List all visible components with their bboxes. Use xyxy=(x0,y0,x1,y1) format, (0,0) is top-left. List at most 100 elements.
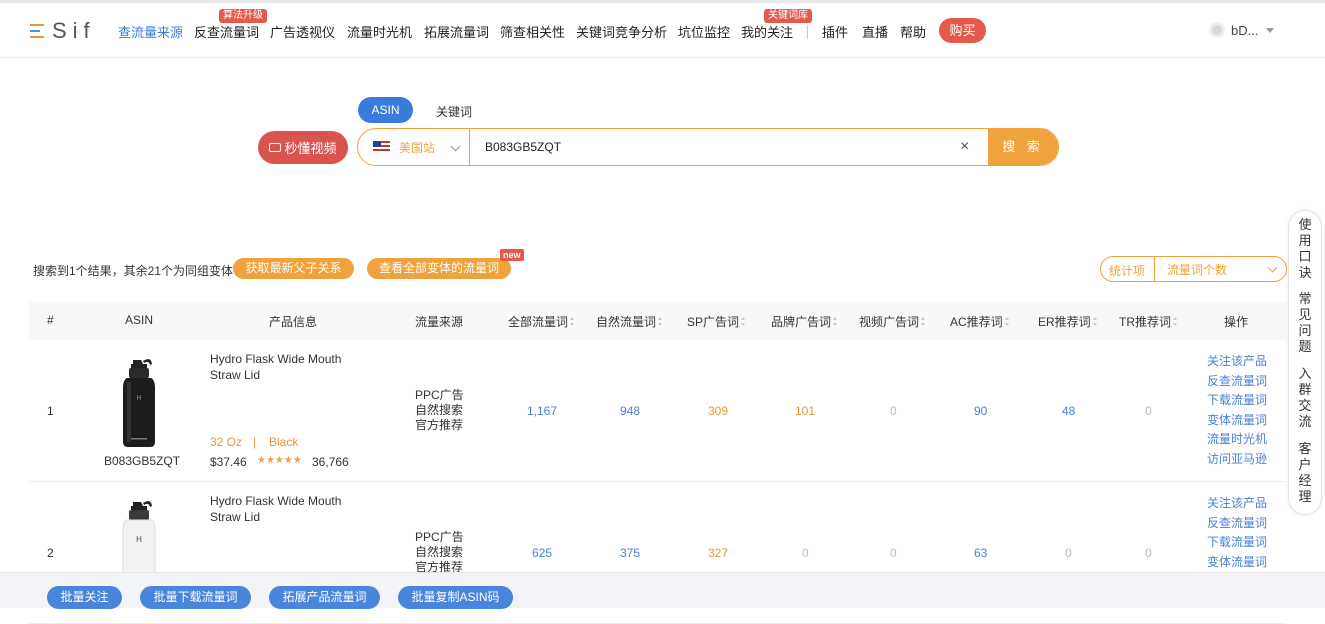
source-organic: 自然搜索 xyxy=(415,545,464,559)
side-char: 问 xyxy=(1298,323,1312,338)
variant-keywords-button[interactable]: 查看全部变体的流量词 xyxy=(367,258,511,279)
nav-my-follows[interactable]: 我的关注 关键词库 xyxy=(741,9,812,41)
col-ac[interactable]: AC推荐词 xyxy=(950,313,1010,330)
col-er[interactable]: ER推荐词 xyxy=(1038,313,1098,330)
nav-reverse-lookup[interactable]: 反查流量词 算法升级 xyxy=(194,9,267,41)
ac-count[interactable]: 90 xyxy=(974,404,987,418)
product-image[interactable]: H xyxy=(119,358,159,448)
row-asin[interactable]: B083GB5ZQT xyxy=(104,454,180,468)
side-char: 交 xyxy=(1298,398,1312,413)
brand-count[interactable]: 101 xyxy=(795,404,815,418)
nav-time-machine[interactable]: 流量时光机 xyxy=(347,22,412,41)
side-char: 口 xyxy=(1298,249,1312,264)
nav-relevance[interactable]: 筛查相关性 xyxy=(500,22,565,41)
expand-product-keywords-button[interactable]: 拓展产品流量词 xyxy=(269,586,380,609)
all-keywords-count[interactable]: 1,167 xyxy=(527,404,557,418)
download-keywords-link[interactable]: 下载流量词 xyxy=(1207,391,1267,411)
tab-asin[interactable]: ASIN xyxy=(358,97,413,123)
variant-keywords-link[interactable]: 变体流量词 xyxy=(1207,553,1267,573)
er-count: 0 xyxy=(1065,546,1072,560)
side-char: 常 xyxy=(1298,291,1312,306)
follow-product-link[interactable]: 关注该产品 xyxy=(1207,494,1267,514)
video-count: 0 xyxy=(890,546,897,560)
join-group-link[interactable]: 入 群 交 流 xyxy=(1289,366,1321,430)
col-sp[interactable]: SP广告词 xyxy=(687,313,746,330)
bulk-follow-button[interactable]: 批量关注 xyxy=(47,586,122,609)
nav-help[interactable]: 帮助 xyxy=(900,22,926,41)
tr-count: 0 xyxy=(1145,546,1152,560)
download-keywords-link[interactable]: 下载流量词 xyxy=(1207,533,1267,553)
col-all-keywords-label: 全部流量词 xyxy=(508,315,569,329)
natural-count[interactable]: 948 xyxy=(620,404,640,418)
user-menu[interactable]: bD... xyxy=(1209,22,1275,38)
natural-count[interactable]: 375 xyxy=(620,546,640,560)
product-title[interactable]: Hydro Flask Wide Mouth Straw Lid xyxy=(210,351,350,383)
site-label: 美国站 xyxy=(399,140,436,155)
logo[interactable]: Sif xyxy=(30,18,96,43)
all-keywords-count[interactable]: 625 xyxy=(532,546,552,560)
side-char: 客 xyxy=(1298,441,1312,456)
video-button-label: 秒懂视频 xyxy=(284,141,337,156)
tr-count: 0 xyxy=(1145,404,1152,418)
search-input[interactable]: B083GB5ZQT xyxy=(485,140,561,154)
side-char: 使 xyxy=(1298,217,1312,232)
search-button[interactable]: 搜 索 xyxy=(988,129,1058,165)
follow-product-link[interactable]: 关注该产品 xyxy=(1207,352,1267,372)
time-machine-link[interactable]: 流量时光机 xyxy=(1207,430,1267,450)
side-help-widget: 使 用 口 诀 常 见 问 题 入 群 交 流 客 户 经 理 xyxy=(1288,210,1322,515)
clear-icon[interactable]: × xyxy=(960,138,969,156)
col-tr[interactable]: TR推荐词 xyxy=(1119,313,1178,330)
col-brand[interactable]: 品牌广告词 xyxy=(771,313,838,330)
site-select[interactable]: 美国站 xyxy=(358,129,470,165)
buy-button[interactable]: 购买 xyxy=(939,18,986,43)
col-er-label: ER推荐词 xyxy=(1038,315,1091,329)
col-actions: 操作 xyxy=(1224,315,1249,329)
col-natural[interactable]: 自然流量词 xyxy=(596,313,663,330)
ac-count[interactable]: 63 xyxy=(974,546,987,560)
side-char: 见 xyxy=(1298,307,1312,322)
sp-count[interactable]: 309 xyxy=(708,404,728,418)
stat-select[interactable]: 统计项 流量词个数 xyxy=(1100,256,1287,282)
side-char: 题 xyxy=(1298,339,1312,354)
source-ppc: PPC广告 xyxy=(415,388,464,402)
usage-tips-link[interactable]: 使 用 口 诀 xyxy=(1289,217,1321,281)
row-actions: 关注该产品 反查流量词 下载流量词 变体流量词 xyxy=(1207,494,1267,572)
reverse-lookup-link[interactable]: 反查流量词 xyxy=(1207,372,1267,392)
logo-text: Sif xyxy=(52,18,96,43)
bulk-copy-asin-button[interactable]: 批量复制ASIN码 xyxy=(398,586,513,609)
tab-keyword[interactable]: 关键词 xyxy=(436,103,472,120)
er-count[interactable]: 48 xyxy=(1062,404,1075,418)
col-all-keywords[interactable]: 全部流量词 xyxy=(508,313,575,330)
sort-icon xyxy=(1092,317,1098,326)
visit-amazon-link[interactable]: 访问亚马逊 xyxy=(1207,450,1267,470)
sp-count[interactable]: 327 xyxy=(708,546,728,560)
account-manager-link[interactable]: 客 户 经 理 xyxy=(1289,441,1321,505)
variant-keywords-link[interactable]: 变体流量词 xyxy=(1207,411,1267,431)
side-char: 流 xyxy=(1298,414,1312,429)
side-char: 入 xyxy=(1298,366,1312,381)
nav-slot-monitor[interactable]: 坑位监控 xyxy=(678,22,730,41)
rating-stars-icon: ★★★★★ xyxy=(257,455,302,466)
side-char: 户 xyxy=(1298,457,1312,472)
col-video[interactable]: 视频广告词 xyxy=(859,313,926,330)
faq-link[interactable]: 常 见 问 题 xyxy=(1289,291,1321,355)
nav-ad-insight[interactable]: 广告透视仪 xyxy=(270,22,335,41)
nav-competition[interactable]: 关键词竞争分析 xyxy=(576,22,667,41)
us-flag-icon xyxy=(373,141,390,153)
nav-traffic-source[interactable]: 查流量来源 xyxy=(118,22,183,41)
reverse-lookup-link[interactable]: 反查流量词 xyxy=(1207,514,1267,534)
nav-plugin[interactable]: 插件 xyxy=(822,22,848,41)
product-size: 32 Oz xyxy=(210,435,243,449)
nav-live[interactable]: 直播 xyxy=(862,22,888,41)
avatar xyxy=(1209,22,1225,38)
refresh-parent-button[interactable]: 获取最新父子关系 xyxy=(233,258,354,279)
nav-expand-keywords[interactable]: 拓展流量词 xyxy=(424,22,489,41)
table-header: # ASIN 产品信息 流量来源 全部流量词 自然流量词 SP广告词 品牌广告词… xyxy=(29,302,1286,340)
stat-divider xyxy=(1154,257,1155,281)
col-sp-label: SP广告词 xyxy=(687,315,740,329)
video-button[interactable]: 秒懂视频 xyxy=(258,131,348,164)
col-tr-label: TR推荐词 xyxy=(1119,315,1171,329)
col-index: # xyxy=(47,313,54,327)
product-title[interactable]: Hydro Flask Wide Mouth Straw Lid xyxy=(210,493,350,525)
bulk-download-button[interactable]: 批量下载流量词 xyxy=(140,586,251,609)
